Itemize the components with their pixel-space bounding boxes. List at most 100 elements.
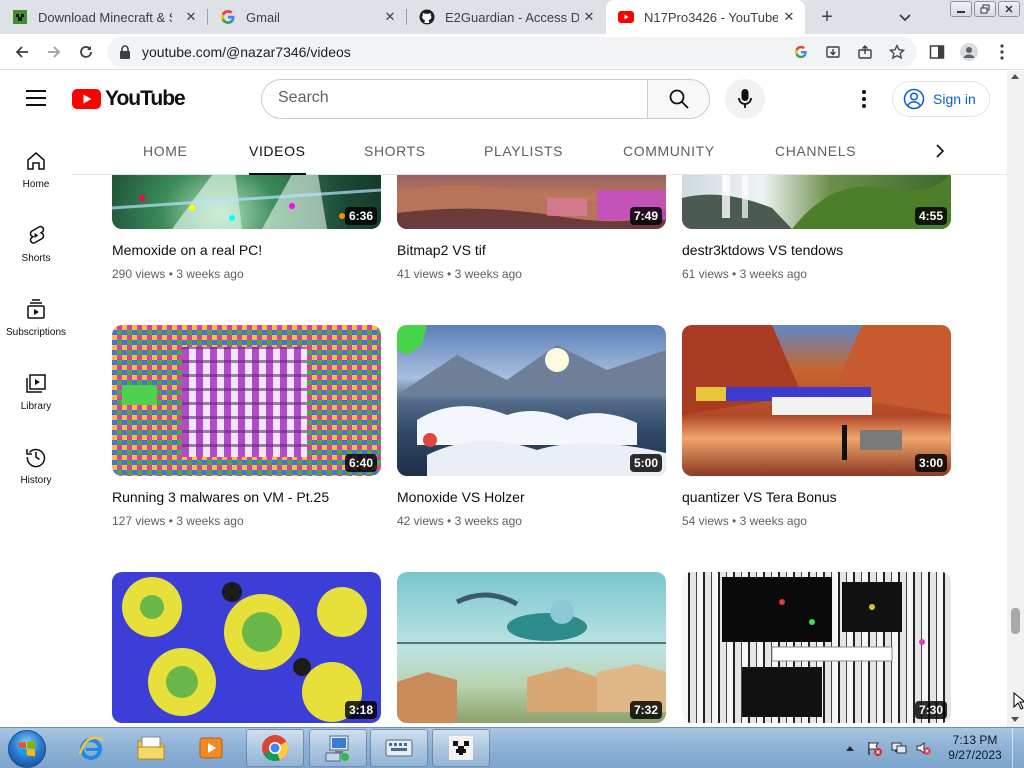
video-thumbnail[interactable]: 7:32 (397, 572, 666, 723)
youtube-logo[interactable]: YouTube (72, 87, 186, 111)
video-views: 54 views (682, 514, 729, 528)
video-views: 41 views (397, 267, 444, 281)
profile-avatar-icon[interactable] (960, 43, 978, 61)
tab-playlists[interactable]: PLAYLISTS (484, 143, 563, 159)
video-thumbnail[interactable]: 7:49 (397, 175, 666, 229)
taskbar-internet-explorer[interactable] (62, 729, 120, 767)
google-lens-icon[interactable] (793, 44, 809, 60)
windows-logo-icon (19, 740, 35, 757)
video-thumbnail[interactable]: 3:00 (682, 325, 951, 476)
new-tab-button[interactable]: + (816, 6, 838, 28)
scroll-down-arrow-icon[interactable] (1011, 717, 1019, 722)
video-thumbnail[interactable]: 5:00 (397, 325, 666, 476)
guide-label: History (20, 475, 52, 486)
internet-explorer-icon (78, 736, 104, 760)
guide-item-subscriptions[interactable]: Subscriptions (0, 297, 72, 338)
tab-channels[interactable]: CHANNELS (775, 143, 856, 159)
action-center-flag-icon[interactable] (866, 740, 882, 756)
scroll-up-arrow-icon[interactable] (1011, 74, 1019, 79)
video-card[interactable]: 4:55 destr3ktdows VS tendows 61 views • … (682, 175, 951, 281)
tab-community[interactable]: COMMUNITY (623, 143, 715, 159)
tab-home[interactable]: HOME (143, 143, 187, 159)
account-circle-icon (903, 88, 925, 110)
video-card[interactable]: 7:32 (397, 572, 666, 723)
side-panel-icon[interactable] (928, 43, 946, 61)
video-card[interactable]: 3:18 (112, 572, 381, 723)
video-thumbnail[interactable]: 6:36 (112, 175, 381, 229)
restore-button[interactable] (974, 1, 996, 17)
close-tab-icon[interactable]: ✕ (781, 9, 797, 25)
voice-search-button[interactable] (725, 79, 765, 119)
video-card[interactable]: 5:00 Monoxide VS Holzer 42 views • 3 wee… (397, 325, 666, 528)
tabs-scroll-right-button[interactable] (930, 141, 950, 161)
browser-tab-gmail[interactable]: Gmail ✕ (208, 0, 406, 34)
browser-tab-e2guardian[interactable]: E2Guardian - Access Deni ✕ (407, 0, 605, 34)
taskbar-minecraft[interactable] (432, 729, 490, 767)
video-duration: 6:40 (344, 454, 377, 472)
thumbnail-image (397, 325, 666, 476)
tab-shorts[interactable]: SHORTS (364, 143, 426, 159)
video-title[interactable]: Memoxide on a real PC! (112, 242, 381, 258)
video-title[interactable]: quantizer VS Tera Bonus (682, 489, 951, 505)
search-button[interactable] (647, 79, 710, 119)
tab-videos[interactable]: VIDEOS (249, 143, 306, 175)
browser-tab-minecraft[interactable]: Download Minecraft & Se ✕ (0, 0, 207, 34)
video-thumbnail[interactable]: 3:18 (112, 572, 381, 723)
browser-tab-youtube[interactable]: N17Pro3426 - YouTube ✕ (606, 0, 805, 34)
bookmark-star-icon[interactable] (889, 44, 905, 60)
network-status-icon[interactable] (891, 740, 907, 756)
video-card[interactable]: 7:49 Bitmap2 VS tif 41 views • 3 weeks a… (397, 175, 666, 281)
youtube-wordmark: YouTube (105, 87, 186, 110)
media-player-icon (199, 737, 223, 759)
thumbnail-image (682, 175, 951, 229)
video-card[interactable]: 7:30 (682, 572, 951, 723)
video-title[interactable]: destr3ktdows VS tendows (682, 242, 951, 258)
start-button[interactable] (8, 730, 46, 768)
install-app-icon[interactable] (825, 44, 841, 60)
video-card[interactable]: 6:40 Running 3 malwares on VM - Pt.25 12… (112, 325, 381, 528)
guide-item-shorts[interactable]: Shorts (0, 223, 72, 264)
address-bar[interactable]: youtube.com/@nazar7346/videos (107, 37, 917, 67)
taskbar-file-explorer[interactable] (122, 729, 180, 767)
minimize-button[interactable] (950, 1, 972, 17)
taskbar-chrome[interactable] (246, 729, 304, 767)
video-card[interactable]: 3:00 quantizer VS Tera Bonus 54 views • … (682, 325, 951, 528)
taskbar-on-screen-keyboard[interactable] (370, 729, 428, 767)
search-input[interactable] (278, 80, 618, 116)
video-title[interactable]: Running 3 malwares on VM - Pt.25 (112, 489, 381, 505)
scrollbar-thumb[interactable] (1011, 608, 1020, 634)
video-age: 3 weeks ago (176, 514, 244, 528)
taskbar-media-player[interactable] (182, 729, 240, 767)
show-hidden-icons-button[interactable] (846, 746, 854, 751)
close-tab-icon[interactable]: ✕ (581, 9, 597, 25)
video-card[interactable]: 6:36 Memoxide on a real PC! 290 views • … (112, 175, 381, 281)
settings-more-button[interactable] (852, 87, 876, 111)
show-desktop-button[interactable] (1012, 728, 1024, 768)
video-thumbnail[interactable]: 7:30 (682, 572, 951, 723)
video-thumbnail[interactable]: 4:55 (682, 175, 951, 229)
back-button[interactable] (12, 42, 32, 62)
close-tab-icon[interactable]: ✕ (183, 9, 199, 25)
browser-menu-icon[interactable] (993, 43, 1011, 61)
tab-search-button[interactable] (895, 7, 915, 27)
guide-item-home[interactable]: Home (0, 149, 72, 190)
video-title[interactable]: Bitmap2 VS tif (397, 242, 666, 258)
page-scrollbar[interactable] (1007, 71, 1024, 727)
close-tab-icon[interactable]: ✕ (382, 9, 398, 25)
lock-icon[interactable] (119, 45, 131, 64)
close-window-button[interactable] (998, 1, 1020, 17)
video-thumbnail[interactable]: 6:40 (112, 325, 381, 476)
guide-item-history[interactable]: History (0, 445, 72, 486)
taskbar-network-app[interactable] (309, 729, 367, 767)
guide-item-library[interactable]: Library (0, 371, 72, 412)
system-clock[interactable]: 7:13 PM 9/27/2023 (940, 733, 1010, 763)
volume-muted-icon[interactable] (915, 740, 931, 756)
forward-button[interactable] (44, 42, 64, 62)
reload-button[interactable] (76, 42, 96, 62)
guide-menu-icon[interactable] (26, 90, 46, 106)
url-text[interactable]: youtube.com/@nazar7346/videos (142, 44, 351, 60)
sign-in-button[interactable]: Sign in (892, 81, 990, 117)
share-icon[interactable] (857, 44, 873, 60)
video-title[interactable]: Monoxide VS Holzer (397, 489, 666, 505)
chrome-icon (262, 735, 289, 762)
